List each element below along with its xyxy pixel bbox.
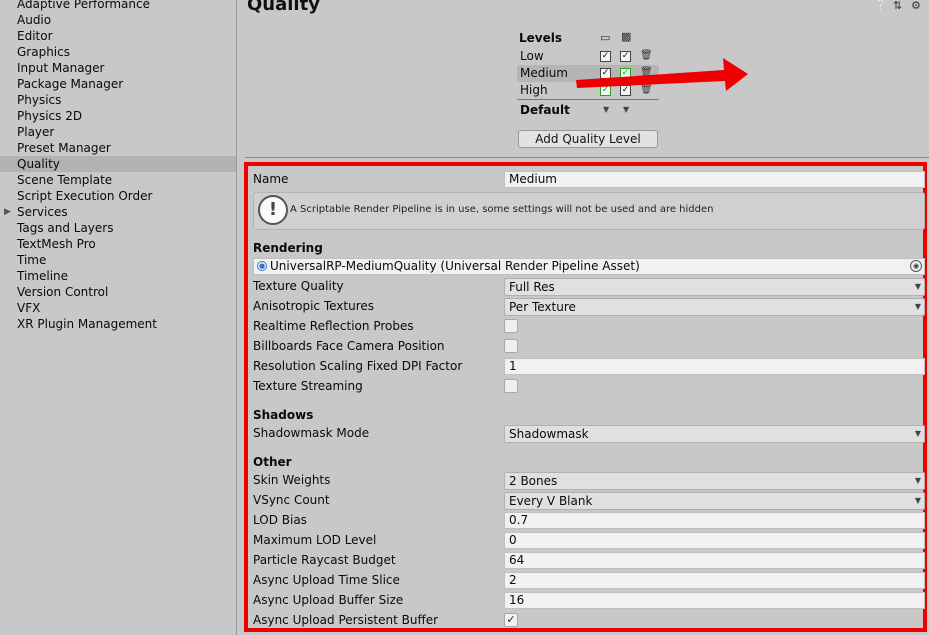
shadowmask-mode-dropdown[interactable]: Shadowmask ▼ <box>504 425 925 443</box>
sidebar-item-xr-plugin-management[interactable]: XR Plugin Management <box>0 316 236 332</box>
name-field[interactable]: Medium <box>504 171 925 188</box>
preset-icon[interactable]: ⇅ <box>893 0 902 12</box>
dropdown-value: Every V Blank <box>509 494 593 508</box>
level-label: Low <box>520 49 544 63</box>
chevron-down-icon: ▼ <box>914 476 921 485</box>
texture-quality-dropdown[interactable]: Full Res ▼ <box>504 278 925 296</box>
render-pipeline-asset-field[interactable]: ● UniversalRP-MediumQuality (Universal R… <box>253 258 925 275</box>
vsync-count-label: VSync Count <box>253 493 330 507</box>
sidebar-item-audio[interactable]: Audio <box>0 12 236 28</box>
texture-quality-label: Texture Quality <box>253 279 344 293</box>
anisotropic-textures-label: Anisotropic Textures <box>253 299 375 313</box>
texture-streaming-checkbox[interactable] <box>504 379 518 393</box>
sidebar-item-input-manager[interactable]: Input Manager <box>0 60 236 76</box>
render-pipeline-asset-icon: ● <box>257 261 267 271</box>
particle-raycast-budget-field[interactable]: 64 <box>504 552 925 569</box>
sidebar-item-version-control[interactable]: Version Control <box>0 284 236 300</box>
resolution-scaling-dpi-field[interactable]: 1 <box>504 358 925 375</box>
page-title: Quality <box>247 0 320 15</box>
dropdown-value: 2 Bones <box>509 474 558 488</box>
texture-streaming-label: Texture Streaming <box>253 379 363 393</box>
skin-weights-label: Skin Weights <box>253 473 331 487</box>
quality-level-settings: Name Medium ! A Scriptable Render Pipeli… <box>244 162 927 632</box>
level-label: Medium <box>520 66 568 80</box>
particle-raycast-budget-label: Particle Raycast Budget <box>253 553 396 567</box>
info-icon: ! <box>258 195 288 225</box>
other-header: Other <box>253 455 292 469</box>
lod-bias-field[interactable]: 0.7 <box>504 512 925 529</box>
chevron-down-icon: ▼ <box>914 282 921 291</box>
help-icon[interactable]: ❔ <box>874 0 888 12</box>
billboards-face-camera-checkbox[interactable] <box>504 339 518 353</box>
monitor-icon: ▭ <box>600 31 611 44</box>
sidebar-item-scene-template[interactable]: Scene Template <box>0 172 236 188</box>
sidebar-item-label: Services <box>17 205 68 219</box>
sidebar-item-graphics[interactable]: Graphics <box>0 44 236 60</box>
level-label: High <box>520 83 548 97</box>
object-picker-icon[interactable]: ◉ <box>910 260 922 272</box>
add-quality-level-button[interactable]: Add Quality Level <box>518 130 658 148</box>
chevron-down-icon: ▼ <box>914 496 921 505</box>
sidebar-item-preset-manager[interactable]: Preset Manager <box>0 140 236 156</box>
levels-divider <box>517 99 659 100</box>
default-label: Default <box>520 103 570 117</box>
resolution-scaling-dpi-label: Resolution Scaling Fixed DPI Factor <box>253 359 463 373</box>
gear-icon[interactable]: ⚙ <box>911 0 921 12</box>
maximum-lod-level-label: Maximum LOD Level <box>253 533 377 547</box>
chevron-down-icon: ▼ <box>914 429 921 438</box>
name-label: Name <box>253 172 289 186</box>
sidebar-item-time[interactable]: Time <box>0 252 236 268</box>
dropdown-value: Per Texture <box>509 300 576 314</box>
chevron-down-icon: ▼ <box>914 302 921 311</box>
dropdown-value: Shadowmask <box>509 427 589 441</box>
android-default-dropdown-icon[interactable]: ▼ <box>623 105 629 114</box>
annotation-arrow-icon <box>576 58 748 91</box>
rendering-header: Rendering <box>253 241 323 255</box>
sidebar-item-textmesh-pro[interactable]: TextMesh Pro <box>0 236 236 252</box>
async-upload-time-slice-label: Async Upload Time Slice <box>253 573 400 587</box>
async-upload-time-slice-field[interactable]: 2 <box>504 572 925 589</box>
sidebar-item-player[interactable]: Player <box>0 124 236 140</box>
anisotropic-textures-dropdown[interactable]: Per Texture ▼ <box>504 298 925 316</box>
skin-weights-dropdown[interactable]: 2 Bones ▼ <box>504 472 925 490</box>
android-icon: ▩ <box>621 30 632 43</box>
billboards-face-camera-label: Billboards Face Camera Position <box>253 339 445 353</box>
sidebar-item-physics-2d[interactable]: Physics 2D <box>0 108 236 124</box>
sidebar-item-package-manager[interactable]: Package Manager <box>0 76 236 92</box>
levels-title: Levels <box>519 31 563 45</box>
vsync-count-dropdown[interactable]: Every V Blank ▼ <box>504 492 925 510</box>
sidebar-item-editor[interactable]: Editor <box>0 28 236 44</box>
async-upload-buffer-size-label: Async Upload Buffer Size <box>253 593 404 607</box>
sidebar-item-services[interactable]: ▶ Services <box>0 204 236 220</box>
sidebar-item-tags-and-layers[interactable]: Tags and Layers <box>0 220 236 236</box>
realtime-reflection-probes-label: Realtime Reflection Probes <box>253 319 414 333</box>
dropdown-value: Full Res <box>509 280 555 294</box>
shadowmask-mode-label: Shadowmask Mode <box>253 426 370 440</box>
sidebar-item-physics[interactable]: Physics <box>0 92 236 108</box>
expand-arrow-icon[interactable]: ▶ <box>4 204 11 220</box>
info-message: A Scriptable Render Pipeline is in use, … <box>290 204 714 215</box>
maximum-lod-level-field[interactable]: 0 <box>504 532 925 549</box>
async-upload-persistent-buffer-label: Async Upload Persistent Buffer <box>253 613 439 627</box>
srp-info-box: ! A Scriptable Render Pipeline is in use… <box>253 192 925 230</box>
async-upload-buffer-size-field[interactable]: 16 <box>504 592 925 609</box>
shadows-header: Shadows <box>253 408 314 422</box>
sidebar-item-vfx[interactable]: VFX <box>0 300 236 316</box>
sidebar-item-script-execution-order[interactable]: Script Execution Order <box>0 188 236 204</box>
sidebar-item-timeline[interactable]: Timeline <box>0 268 236 284</box>
standalone-default-dropdown-icon[interactable]: ▼ <box>603 105 609 114</box>
project-settings-sidebar: Adaptive Performance Audio Editor Graphi… <box>0 0 237 635</box>
sidebar-item-quality[interactable]: Quality <box>0 156 236 172</box>
render-pipeline-asset-name: UniversalRP-MediumQuality (Universal Ren… <box>270 259 640 273</box>
divider <box>245 157 929 158</box>
lod-bias-label: LOD Bias <box>253 513 307 527</box>
realtime-reflection-probes-checkbox[interactable] <box>504 319 518 333</box>
async-upload-persistent-buffer-checkbox[interactable]: ✓ <box>504 613 518 627</box>
sidebar-item-adaptive-performance[interactable]: Adaptive Performance <box>0 0 236 12</box>
